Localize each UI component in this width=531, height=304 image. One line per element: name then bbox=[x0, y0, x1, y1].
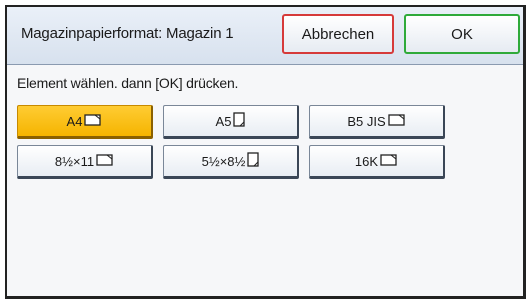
paper-size-label: B5 JIS bbox=[347, 113, 386, 129]
paper-size-letter-button[interactable]: 8½×11 bbox=[17, 145, 153, 179]
paper-size-label: A5 bbox=[215, 113, 232, 129]
ok-button-label: OK bbox=[451, 25, 473, 43]
ok-button[interactable]: OK bbox=[404, 14, 520, 54]
paper-size-16k-button[interactable]: 16K bbox=[309, 145, 445, 179]
paper-size-label: 5½×8½ bbox=[201, 153, 246, 169]
page-title: Magazinpapierformat: Magazin 1 bbox=[21, 25, 234, 42]
paper-size-b5-jis-button[interactable]: B5 JIS bbox=[309, 105, 445, 139]
paper-size-a4-button[interactable]: A4 bbox=[17, 105, 153, 139]
paper-size-label: 8½×11 bbox=[54, 153, 95, 169]
cancel-button[interactable]: Abbrechen bbox=[282, 14, 394, 54]
landscape-paper-icon bbox=[84, 113, 102, 129]
instruction-text: Element wählen. dann [OK] drücken. bbox=[17, 75, 239, 91]
paper-size-statement-button[interactable]: 5½×8½ bbox=[163, 145, 299, 179]
paper-size-label: A4 bbox=[66, 113, 83, 129]
content-area: Element wählen. dann [OK] drücken. A4 A5… bbox=[7, 65, 523, 296]
cancel-button-label: Abbrechen bbox=[301, 25, 375, 43]
landscape-paper-icon bbox=[96, 153, 114, 169]
paper-size-a5-button[interactable]: A5 bbox=[163, 105, 299, 139]
landscape-paper-icon bbox=[380, 153, 398, 169]
portrait-paper-icon bbox=[247, 152, 260, 170]
landscape-paper-icon bbox=[387, 113, 406, 129]
portrait-paper-icon bbox=[233, 112, 246, 130]
paper-size-label: 16K bbox=[354, 153, 379, 169]
dialog-frame: Magazinpapierformat: Magazin 1 Abbrechen… bbox=[5, 5, 526, 299]
dialog-header: Magazinpapierformat: Magazin 1 Abbrechen… bbox=[7, 7, 523, 65]
